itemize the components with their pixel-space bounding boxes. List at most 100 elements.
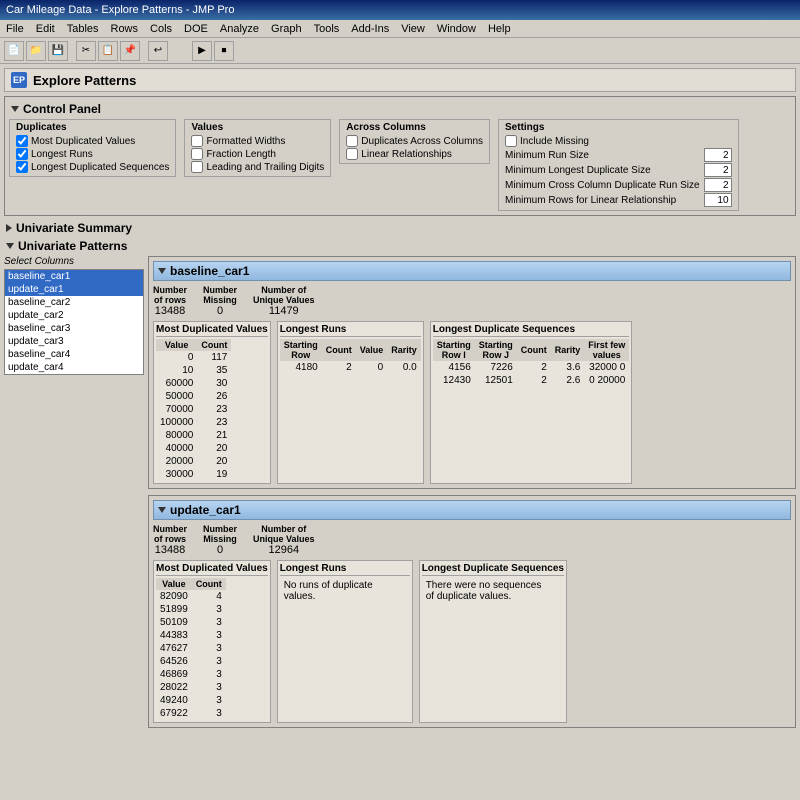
val-fw-check[interactable] — [191, 135, 203, 147]
settings-min-cross-input[interactable] — [704, 178, 732, 192]
control-panel-header: Control Panel — [9, 101, 791, 117]
toolbar-btn-save[interactable]: 💾 — [48, 41, 68, 61]
settings-min-dup-row: Minimum Longest Duplicate Size — [505, 163, 732, 177]
baseline-car1-num-unique: 11479 — [253, 305, 315, 317]
table-row: 1035 — [156, 364, 231, 377]
most-dup-title-2: Most Duplicated Values — [156, 563, 268, 576]
val-fl-check[interactable] — [191, 148, 203, 160]
column-listbox[interactable]: baseline_car1 update_car1 baseline_car2 … — [4, 269, 144, 375]
menu-window[interactable]: Window — [435, 23, 478, 35]
longest-dup-seq-box-2: Longest Duplicate Sequences There were n… — [419, 560, 567, 723]
table-row: 443833 — [156, 629, 226, 642]
result-baseline-car1: baseline_car1 Numberof rows 13488 Number… — [148, 256, 796, 489]
update-car1-num-unique: 12964 — [253, 544, 315, 556]
longest-runs-nodata-2: No runs of duplicate values. — [280, 578, 410, 604]
menu-view[interactable]: View — [399, 23, 427, 35]
toolbar-btn-undo[interactable]: ↩ — [148, 41, 168, 61]
dup-most-label: Most Duplicated Values — [31, 136, 135, 147]
table-row: 6000030 — [156, 377, 231, 390]
univariate-summary-toggle[interactable] — [6, 224, 12, 232]
values-title: Values — [191, 122, 324, 133]
dup-runs-check[interactable] — [16, 148, 28, 160]
main-content: EP Explore Patterns Control Panel Duplic… — [0, 64, 800, 800]
dup-seq-row: Longest Duplicated Sequences — [16, 161, 169, 173]
col-first-few-1: First fewvalues — [584, 339, 629, 361]
result-baseline-car1-header: baseline_car1 — [153, 261, 791, 281]
col-starting-row-1: StartingRow — [280, 339, 322, 361]
dup-most-check[interactable] — [16, 135, 28, 147]
longest-runs-table-1: StartingRow Count Value Rarity 4180200.0 — [280, 339, 421, 374]
menu-tables[interactable]: Tables — [65, 23, 101, 35]
col-count-2: Count — [192, 578, 226, 590]
list-item-1[interactable]: update_car1 — [5, 283, 143, 296]
menu-addins[interactable]: Add-Ins — [349, 23, 391, 35]
col-value-2: Value — [156, 578, 192, 590]
menu-graph[interactable]: Graph — [269, 23, 304, 35]
list-item-2[interactable]: baseline_car2 — [5, 296, 143, 309]
result-update-car1-header: update_car1 — [153, 500, 791, 520]
table-row: 4156722623.632000 0 — [433, 361, 630, 374]
table-row: 679223 — [156, 707, 226, 720]
list-item-7[interactable]: update_car4 — [5, 361, 143, 374]
list-item-5[interactable]: update_car3 — [5, 335, 143, 348]
stat-num-unique-2: Number ofUnique Values 12964 — [253, 524, 315, 556]
menu-analyze[interactable]: Analyze — [218, 23, 261, 35]
univariate-patterns-toggle[interactable] — [6, 243, 14, 249]
menu-doe[interactable]: DOE — [182, 23, 210, 35]
univariate-section: Select Columns baseline_car1 update_car1… — [4, 256, 796, 734]
list-item-0[interactable]: baseline_car1 — [5, 270, 143, 283]
longest-runs-title-2: Longest Runs — [280, 563, 410, 576]
toolbar-btn-stop[interactable]: ⏹ — [214, 41, 234, 61]
univariate-patterns-header: Univariate Patterns — [4, 238, 796, 254]
dup-most-row: Most Duplicated Values — [16, 135, 169, 147]
toolbar-btn-run[interactable]: ▶ — [192, 41, 212, 61]
toolbar-btn-new[interactable]: 📄 — [4, 41, 24, 61]
stat-num-rows: Numberof rows 13488 — [153, 285, 187, 317]
menu-help[interactable]: Help — [486, 23, 513, 35]
menu-tools[interactable]: Tools — [312, 23, 342, 35]
ac-lr-check[interactable] — [346, 148, 358, 160]
dup-seq-check[interactable] — [16, 161, 28, 173]
list-item-4[interactable]: baseline_car3 — [5, 322, 143, 335]
menu-file[interactable]: File — [4, 23, 26, 35]
update-car1-toggle[interactable] — [158, 507, 166, 513]
settings-group: Settings Include Missing Minimum Run Siz… — [498, 119, 739, 211]
univariate-patterns-section: Univariate Patterns Select Columns basel… — [4, 238, 796, 734]
baseline-car1-toggle[interactable] — [158, 268, 166, 274]
toolbar-btn-cut[interactable]: ✂ — [76, 41, 96, 61]
ac-lr-row: Linear Relationships — [346, 148, 483, 160]
settings-min-dup-input[interactable] — [704, 163, 732, 177]
update-car1-num-missing: 0 — [203, 544, 237, 556]
ac-dup-row: Duplicates Across Columns — [346, 135, 483, 147]
toolbar-btn-open[interactable]: 📁 — [26, 41, 46, 61]
list-item-6[interactable]: baseline_car4 — [5, 348, 143, 361]
control-panel-toggle[interactable] — [11, 106, 19, 112]
settings-min-run-input[interactable] — [704, 148, 732, 162]
select-columns-label: Select Columns — [4, 256, 144, 267]
list-item-3[interactable]: update_car2 — [5, 309, 143, 322]
menu-edit[interactable]: Edit — [34, 23, 57, 35]
menu-cols[interactable]: Cols — [148, 23, 174, 35]
across-columns-group: Across Columns Duplicates Across Columns… — [339, 119, 490, 164]
col-rarity-1: Rarity — [387, 339, 421, 361]
ac-dup-check[interactable] — [346, 135, 358, 147]
result-baseline-car1-title: baseline_car1 — [170, 264, 249, 278]
col-start-row-j-1: StartingRow J — [475, 339, 517, 361]
val-ltd-row: Leading and Trailing Digits — [191, 161, 324, 173]
settings-include-missing-check[interactable] — [505, 135, 517, 147]
baseline-car1-subtables: Most Duplicated Values Value Count 01171… — [153, 321, 791, 484]
longest-dup-seq-title-1: Longest Duplicate Sequences — [433, 324, 630, 337]
val-fl-label: Fraction Length — [206, 149, 276, 160]
baseline-car1-num-missing: 0 — [203, 305, 237, 317]
menu-rows[interactable]: Rows — [109, 23, 141, 35]
longest-dup-seq-box-1: Longest Duplicate Sequences StartingRow … — [430, 321, 633, 484]
val-fl-row: Fraction Length — [191, 148, 324, 160]
val-ltd-check[interactable] — [191, 161, 203, 173]
longest-runs-box-1: Longest Runs StartingRow Count Value Rar… — [277, 321, 424, 484]
ac-dup-label: Duplicates Across Columns — [361, 136, 483, 147]
settings-min-linear-input[interactable] — [704, 193, 732, 207]
dup-runs-label: Longest Runs — [31, 149, 93, 160]
patterns-content: baseline_car1 Numberof rows 13488 Number… — [148, 256, 796, 734]
toolbar-btn-copy[interactable]: 📋 — [98, 41, 118, 61]
toolbar-btn-paste[interactable]: 📌 — [120, 41, 140, 61]
